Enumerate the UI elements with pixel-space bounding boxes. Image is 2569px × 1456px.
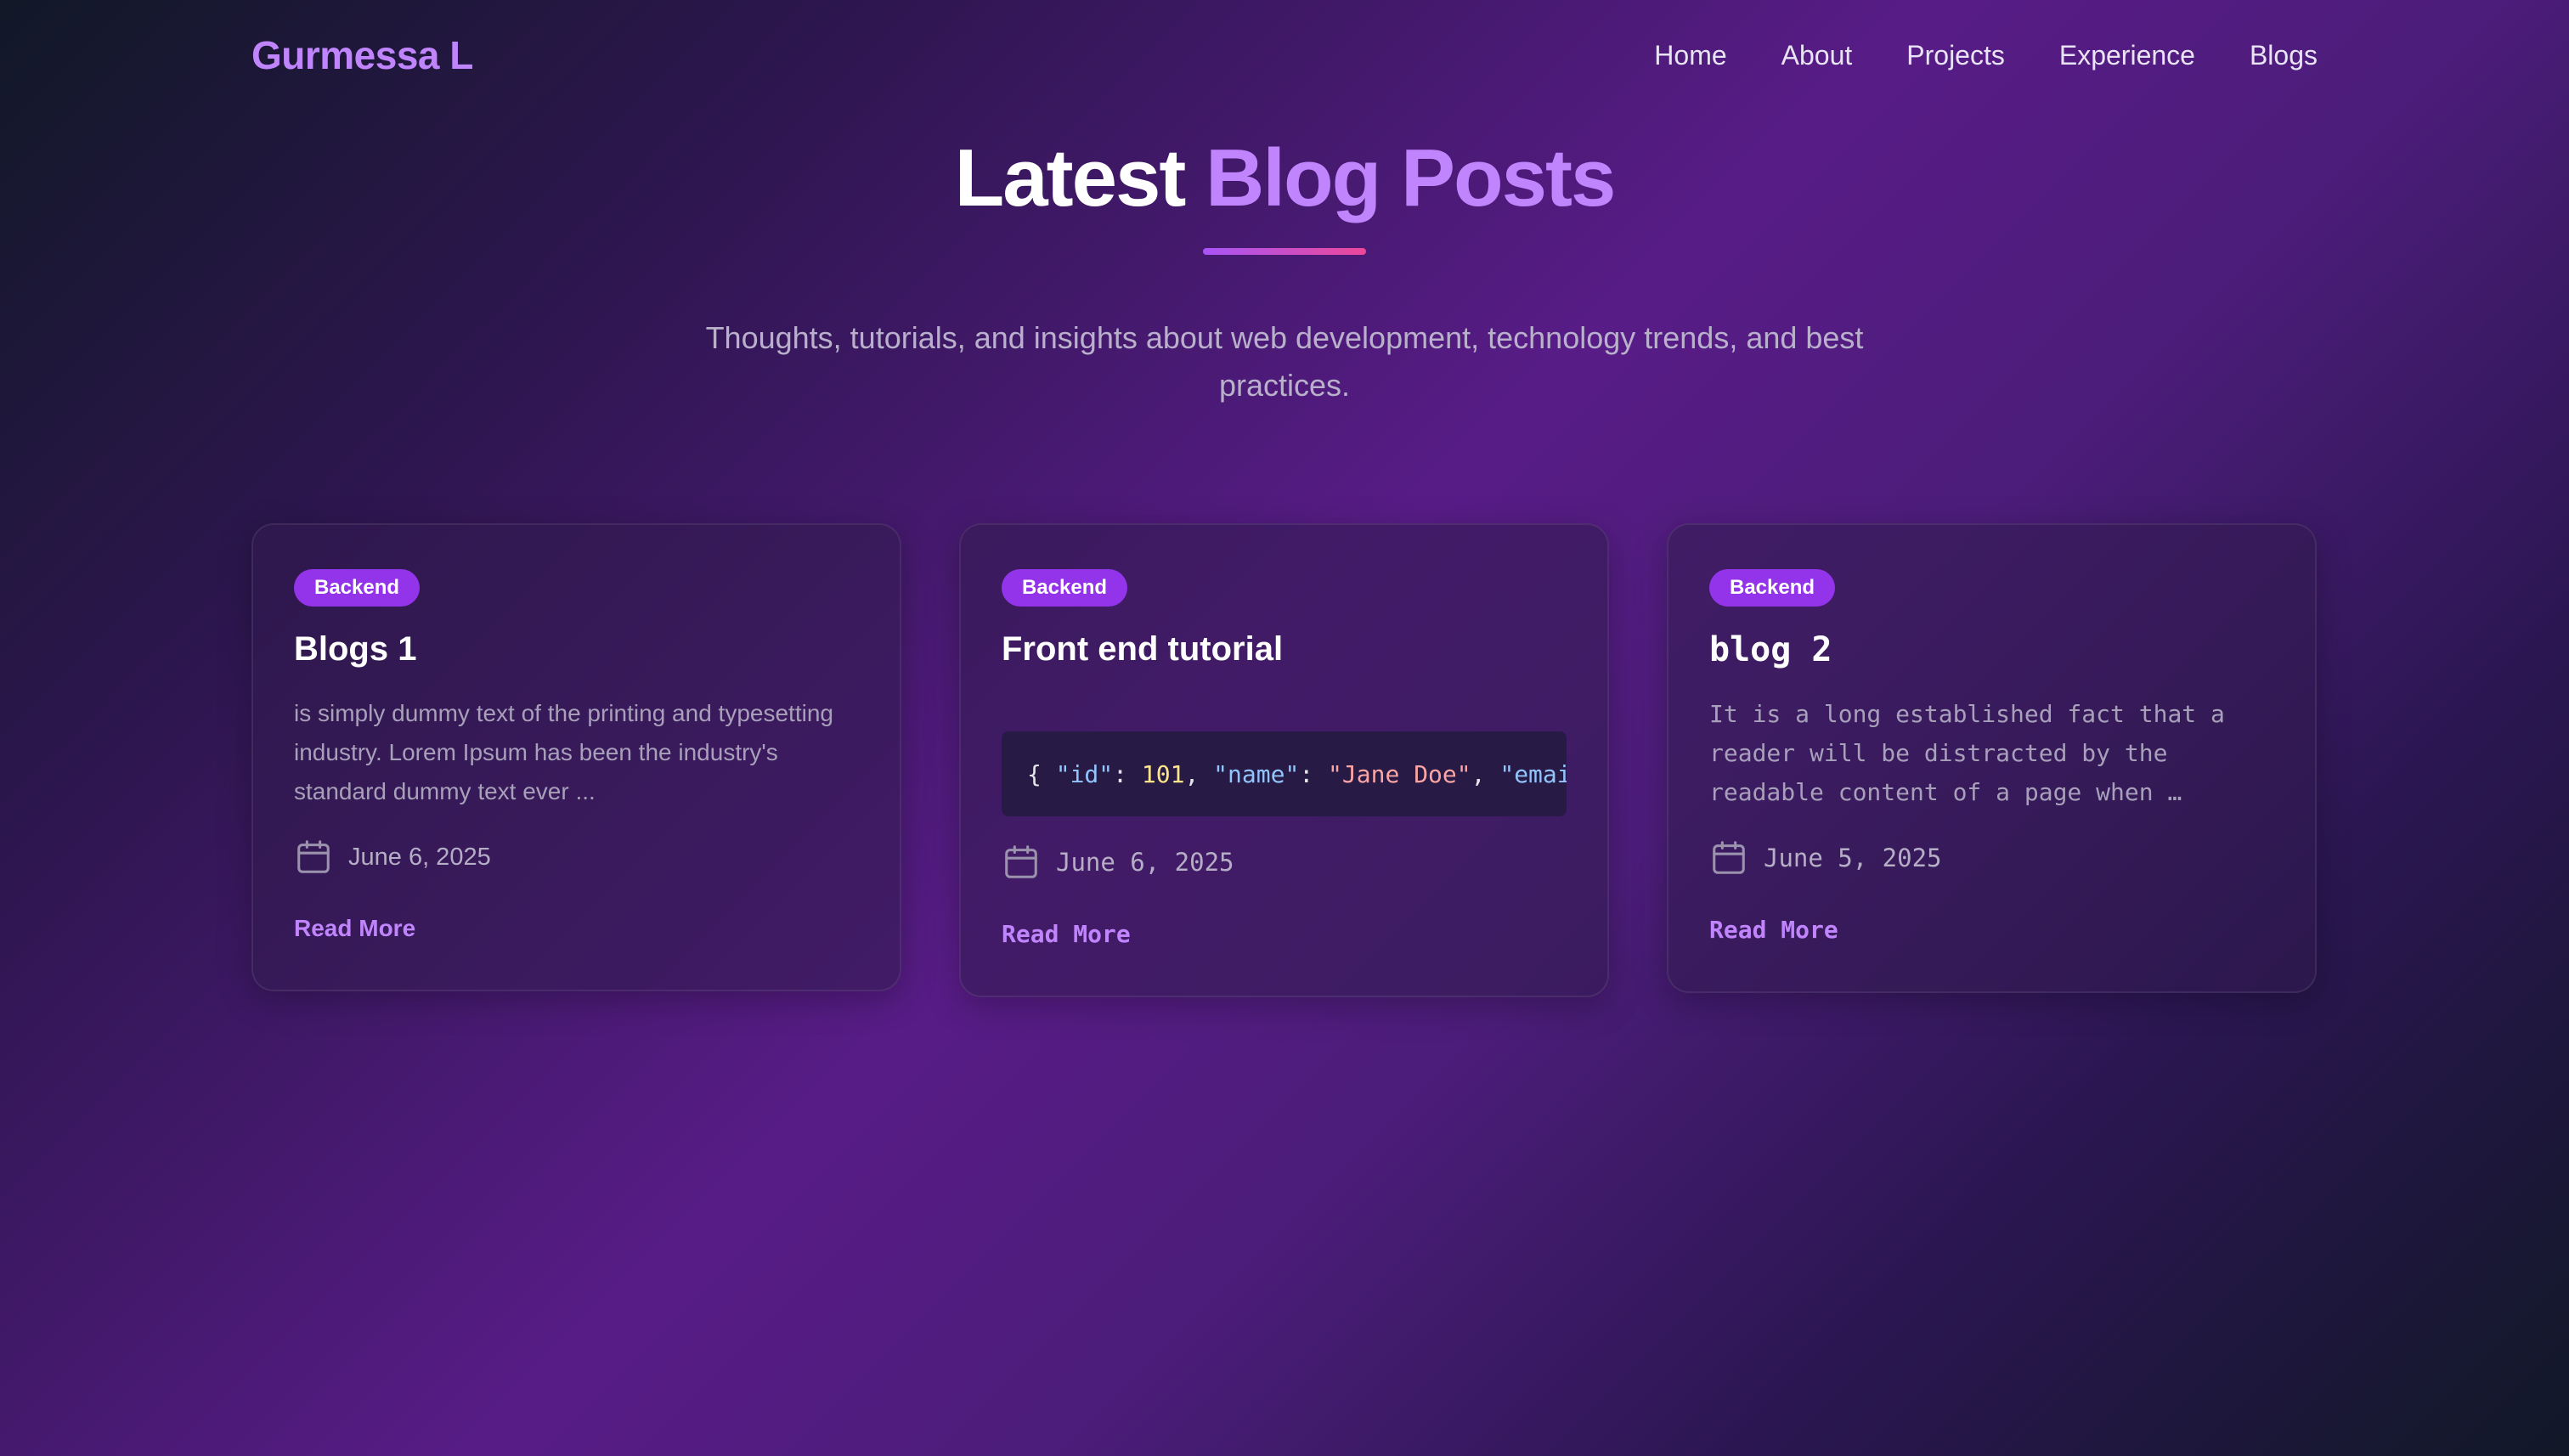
code-key: "id": [1055, 759, 1114, 788]
page-title-main: Latest: [954, 133, 1206, 223]
blog-card: Backend Front end tutorial { "id": 101, …: [959, 523, 1609, 997]
blog-card-meta: June 6, 2025: [1002, 842, 1567, 883]
blog-card: Backend Blogs 1 is simply dummy text of …: [251, 523, 901, 991]
blog-card-meta: June 6, 2025: [294, 837, 859, 878]
code-key: "emai: [1499, 759, 1567, 788]
nav-link-about[interactable]: About: [1781, 40, 1853, 71]
code-string: "Jane Doe": [1328, 759, 1471, 788]
code-punct: :: [1299, 759, 1329, 788]
blog-card-list: Backend Blogs 1 is simply dummy text of …: [251, 523, 2317, 997]
code-number: 101: [1141, 759, 1185, 788]
page-title: Latest Blog Posts: [0, 127, 2569, 229]
calendar-icon: [1713, 841, 1745, 874]
nav-link-blogs[interactable]: Blogs: [2250, 40, 2318, 71]
blog-card-date: June 6, 2025: [348, 843, 491, 871]
code-punct: ,: [1471, 759, 1500, 788]
brand-logo[interactable]: Gurmessa L: [251, 32, 473, 78]
blog-card-date: June 5, 2025: [1764, 844, 1942, 872]
calendar-icon: [1005, 845, 1037, 878]
nav-link-experience[interactable]: Experience: [2059, 40, 2195, 71]
code-snippet: { "id": 101, "name": "Jane Doe", "emai: [1002, 731, 1567, 816]
read-more-link[interactable]: Read More: [1709, 916, 1838, 944]
category-badge: Backend: [1002, 569, 1128, 607]
category-badge: Backend: [294, 569, 421, 607]
nav-links: Home About Projects Experience Blogs: [1654, 40, 2318, 71]
blog-card-date: June 6, 2025: [1056, 848, 1234, 877]
blog-card-title[interactable]: Blogs 1: [294, 630, 859, 669]
blog-card-meta: June 5, 2025: [1709, 838, 2274, 878]
title-underline: [1203, 248, 1366, 255]
code-punct: ,: [1184, 759, 1214, 788]
category-badge: Backend: [1709, 569, 1836, 607]
page-subtitle: Thoughts, tutorials, and insights about …: [705, 320, 1864, 403]
blog-card-excerpt: It is a long established fact that a rea…: [1709, 700, 2225, 806]
top-navbar: Gurmessa L Home About Projects Experienc…: [251, 25, 2318, 85]
nav-link-home[interactable]: Home: [1654, 40, 1726, 71]
code-key: "name": [1213, 759, 1300, 788]
read-more-link[interactable]: Read More: [1002, 920, 1131, 948]
blog-hero: Latest Blog Posts Thoughts, tutorials, a…: [0, 127, 2569, 409]
page-title-accent: Blog Posts: [1205, 133, 1616, 223]
blog-card-title[interactable]: Front end tutorial: [1002, 630, 1567, 669]
blog-card-title[interactable]: blog 2: [1709, 630, 2274, 669]
read-more-link[interactable]: Read More: [294, 915, 415, 942]
calendar-icon: [297, 840, 330, 873]
nav-link-projects[interactable]: Projects: [1906, 40, 2005, 71]
code-punct: :: [1113, 759, 1142, 788]
blog-card-excerpt: is simply dummy text of the printing and…: [294, 700, 833, 804]
blog-card: Backend blog 2 It is a long established …: [1667, 523, 2317, 993]
code-punct: {: [1027, 759, 1056, 788]
